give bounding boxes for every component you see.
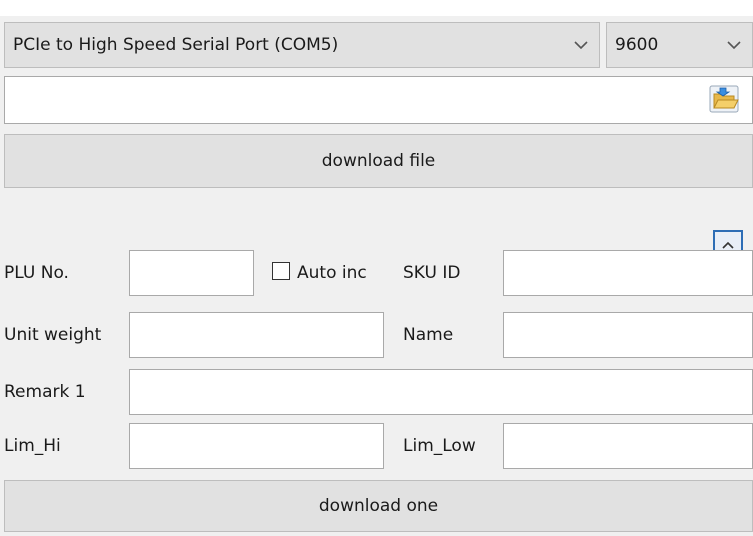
download-one-label: download one <box>318 496 439 516</box>
download-file-button[interactable]: download file <box>4 134 753 188</box>
chevron-up-icon <box>722 241 734 249</box>
chevron-down-icon <box>563 23 599 67</box>
download-one-button[interactable]: download one <box>4 480 753 532</box>
lim-hi-input[interactable] <box>129 423 384 469</box>
auto-inc-checkbox[interactable] <box>272 262 290 280</box>
sku-input[interactable] <box>503 250 753 296</box>
download-file-label: download file <box>321 151 436 171</box>
auto-inc-label: Auto inc <box>297 263 367 283</box>
plu-label: PLU No. <box>4 263 69 283</box>
top-strip <box>0 0 753 16</box>
name-input[interactable] <box>503 312 753 358</box>
remark1-label: Remark 1 <box>4 382 86 402</box>
remark1-input[interactable] <box>129 369 753 415</box>
name-label: Name <box>403 325 454 345</box>
file-path-input[interactable] <box>4 76 753 124</box>
unit-weight-input[interactable] <box>129 312 384 358</box>
baud-rate-value: 9600 <box>615 35 659 55</box>
sku-label: SKU ID <box>403 263 461 283</box>
baud-rate-select[interactable]: 9600 <box>606 22 753 68</box>
chevron-down-icon <box>716 23 752 67</box>
plu-input[interactable] <box>129 250 254 296</box>
lim-low-label: Lim_Low <box>403 436 476 456</box>
lim-hi-label: Lim_Hi <box>4 436 61 456</box>
lim-low-input[interactable] <box>503 423 753 469</box>
browse-file-button[interactable] <box>706 82 742 116</box>
unit-weight-label: Unit weight <box>4 325 102 345</box>
serial-port-select[interactable]: PCIe to High Speed Serial Port (COM5) <box>4 22 600 68</box>
folder-open-icon <box>709 85 739 113</box>
serial-port-value: PCIe to High Speed Serial Port (COM5) <box>13 35 339 55</box>
